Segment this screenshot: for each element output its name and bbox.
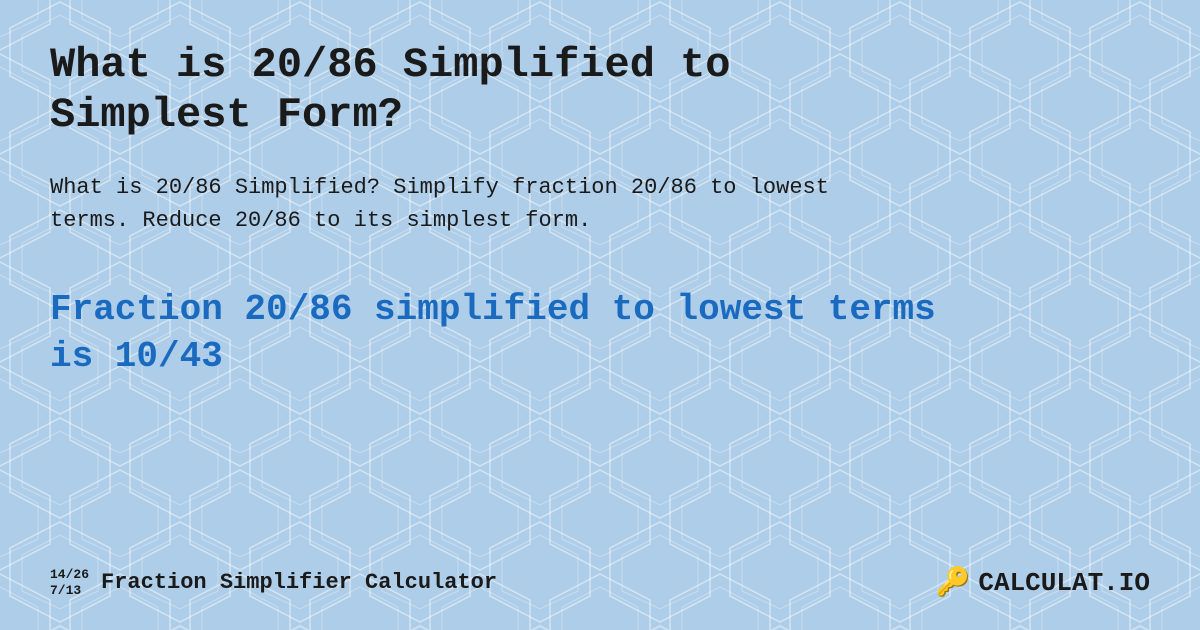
- footer-fraction-1: 14/26: [50, 567, 89, 583]
- site-name: Fraction Simplifier Calculator: [101, 570, 497, 595]
- page-description: What is 20/86 Simplified? Simplify fract…: [50, 171, 910, 237]
- footer: 14/26 7/13 Fraction Simplifier Calculato…: [50, 555, 1150, 600]
- logo-area: 🔑 CALCULAT.IO: [935, 565, 1150, 600]
- logo-text: CALCULAT.IO: [978, 568, 1150, 598]
- result-heading: Fraction 20/86 simplified to lowest term…: [50, 287, 950, 381]
- footer-left: 14/26 7/13 Fraction Simplifier Calculato…: [50, 567, 497, 598]
- footer-fraction-2: 7/13: [50, 583, 89, 599]
- key-icon: 🔑: [935, 565, 970, 600]
- footer-fractions: 14/26 7/13: [50, 567, 89, 598]
- page-title: What is 20/86 Simplified to Simplest For…: [50, 40, 950, 141]
